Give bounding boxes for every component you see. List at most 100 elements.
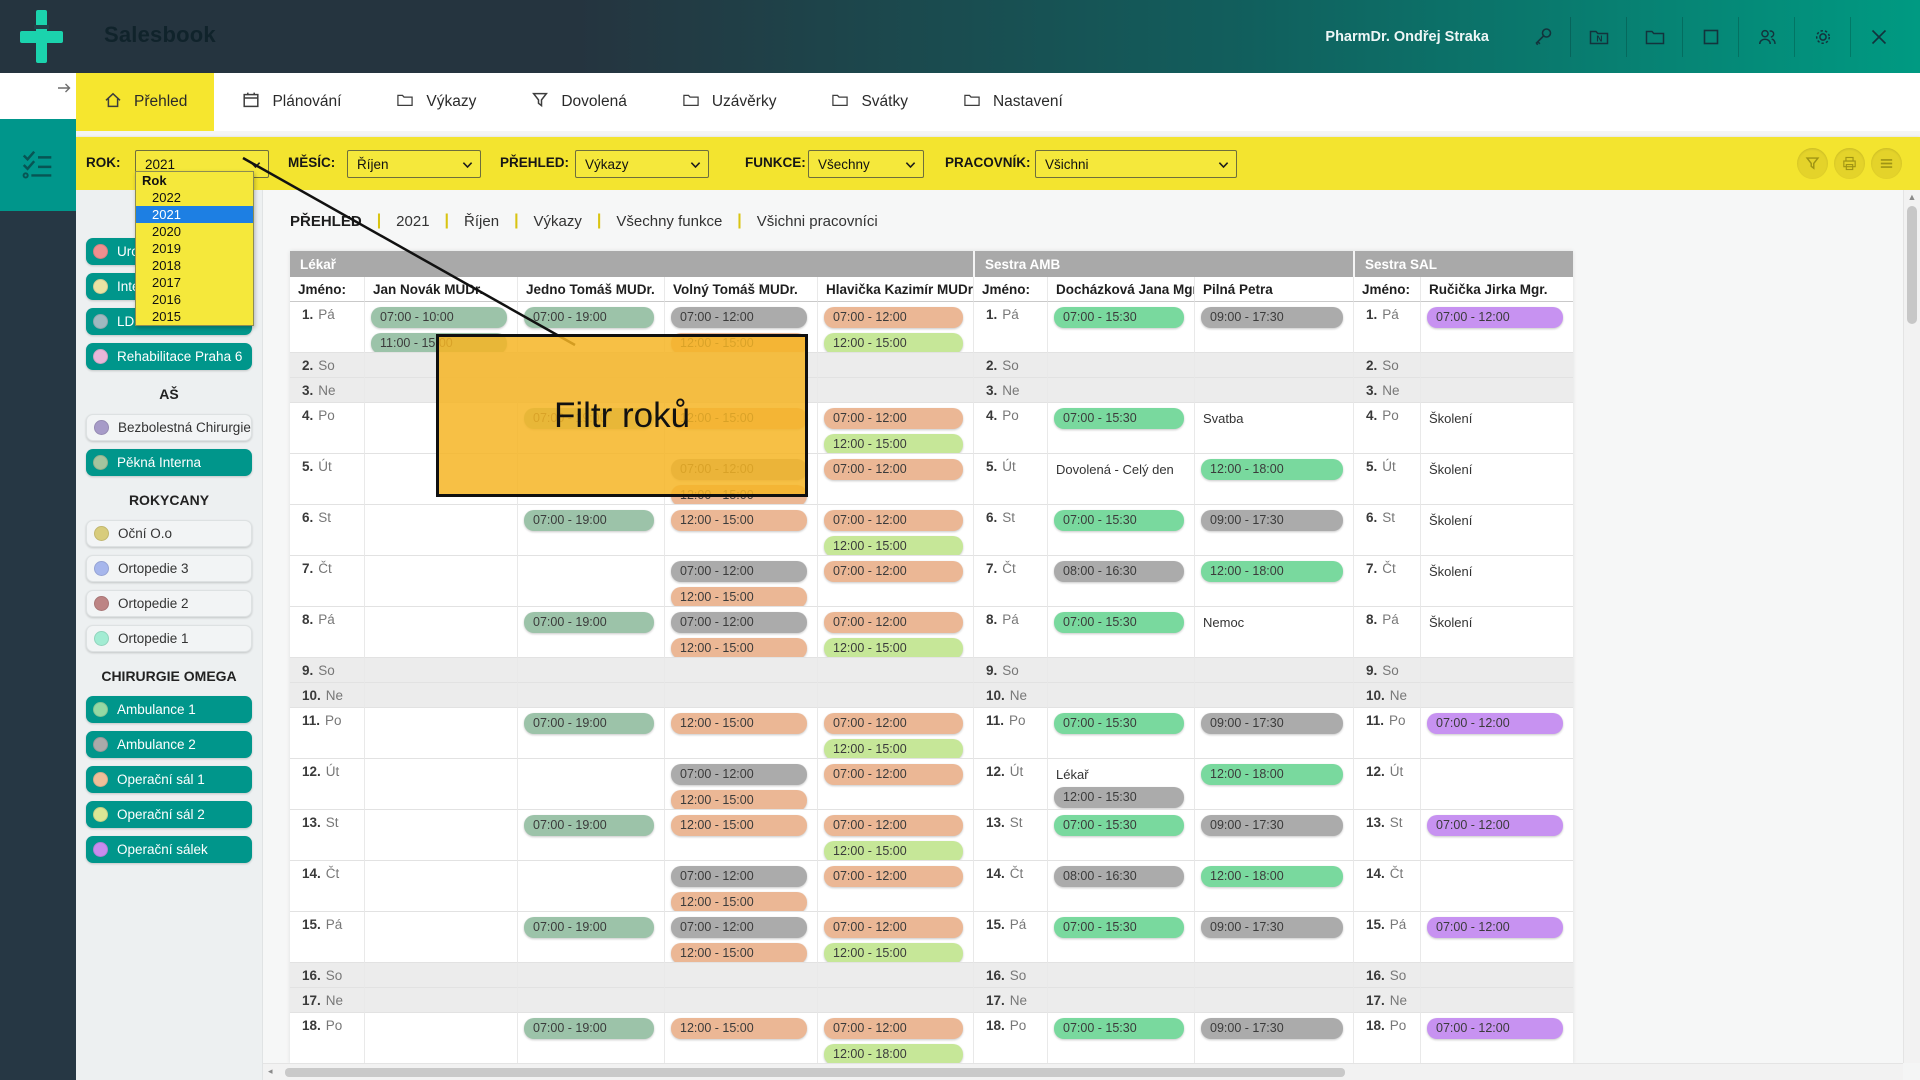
filter-select-pracovnik[interactable]: Všichni: [1035, 150, 1237, 178]
shift-badge[interactable]: 12:00 - 15:00: [824, 638, 963, 658]
shift-badge[interactable]: 07:00 - 12:00: [824, 917, 963, 938]
sidebar-item-ortopedie-2[interactable]: Ortopedie 2: [86, 590, 252, 617]
shift-badge[interactable]: 07:00 - 19:00: [524, 917, 654, 938]
menu-button[interactable]: [1871, 148, 1902, 179]
shift-badge[interactable]: 12:00 - 15:00: [671, 1018, 807, 1039]
shift-badge[interactable]: 12:00 - 15:00: [671, 587, 807, 607]
shift-badge[interactable]: 07:00 - 15:30: [1054, 612, 1184, 633]
scroll-left-icon[interactable]: ◂: [268, 1066, 273, 1077]
horizontal-scrollbar[interactable]: ◂: [263, 1063, 1903, 1080]
shift-badge[interactable]: 07:00 - 12:00: [1427, 307, 1563, 328]
shift-badge[interactable]: 07:00 - 15:30: [1054, 713, 1184, 734]
tab-nastavení[interactable]: Nastavení: [935, 73, 1090, 131]
shift-badge[interactable]: 07:00 - 15:30: [1054, 815, 1184, 836]
sidebar-item-opera-n-s-lek[interactable]: Operační sálek: [86, 836, 252, 863]
shift-badge[interactable]: 07:00 - 12:00: [1427, 713, 1563, 734]
sidebar-item-opera-n-s-l-2[interactable]: Operační sál 2: [86, 801, 252, 828]
sidebar-item-opera-n-s-l-1[interactable]: Operační sál 1: [86, 766, 252, 793]
shift-badge[interactable]: 12:00 - 15:00: [824, 333, 963, 353]
shift-badge[interactable]: 07:00 - 15:30: [1054, 917, 1184, 938]
shift-badge[interactable]: 07:00 - 12:00: [824, 713, 963, 734]
shift-badge[interactable]: 12:00 - 18:00: [1201, 764, 1343, 785]
shift-badge[interactable]: 12:00 - 15:00: [824, 943, 963, 963]
stop-square-icon[interactable]: [1682, 17, 1738, 57]
shift-badge[interactable]: 07:00 - 12:00: [671, 612, 807, 633]
shift-note[interactable]: Školení: [1429, 411, 1573, 426]
shift-badge[interactable]: 08:00 - 16:30: [1054, 866, 1184, 887]
tab-přehled[interactable]: Přehled: [76, 73, 214, 131]
shift-badge[interactable]: 12:00 - 18:00: [1201, 866, 1343, 887]
shift-badge[interactable]: 07:00 - 12:00: [824, 459, 963, 480]
year-option-2019[interactable]: 2019: [136, 240, 253, 257]
year-option-2021[interactable]: 2021: [136, 206, 253, 223]
shift-badge[interactable]: 09:00 - 17:30: [1201, 307, 1343, 328]
tab-plánování[interactable]: Plánování: [214, 73, 368, 131]
shift-badge[interactable]: 07:00 - 19:00: [524, 307, 654, 328]
sidebar-item-p-kn-interna[interactable]: Pěkná Interna: [86, 449, 252, 476]
shift-badge[interactable]: 07:00 - 15:30: [1054, 307, 1184, 328]
shift-badge[interactable]: 07:00 - 12:00: [824, 815, 963, 836]
shift-badge[interactable]: 07:00 - 12:00: [824, 1018, 963, 1039]
shift-badge[interactable]: 07:00 - 12:00: [1427, 815, 1563, 836]
shift-badge[interactable]: 12:00 - 15:00: [824, 841, 963, 861]
filter-select-funkce[interactable]: Všechny: [808, 150, 924, 178]
shift-badge[interactable]: 12:00 - 15:00: [671, 815, 807, 836]
checklist-icon[interactable]: [0, 119, 76, 211]
shift-badge[interactable]: 12:00 - 15:00: [671, 943, 807, 963]
tab-výkazy[interactable]: Výkazy: [368, 73, 503, 131]
key-icon[interactable]: [1515, 17, 1570, 57]
shift-badge[interactable]: 12:00 - 15:00: [671, 790, 807, 810]
shift-badge[interactable]: 12:00 - 15:00: [824, 536, 963, 556]
shift-badge[interactable]: 09:00 - 17:30: [1201, 510, 1343, 531]
shift-note[interactable]: Nemoc: [1203, 615, 1353, 630]
shift-badge[interactable]: 07:00 - 12:00: [1427, 1018, 1563, 1039]
settings-icon[interactable]: [1794, 17, 1850, 57]
shift-badge[interactable]: 07:00 - 19:00: [524, 713, 654, 734]
shift-badge[interactable]: 07:00 - 15:30: [1054, 408, 1184, 429]
shift-badge[interactable]: 12:00 - 15:00: [671, 510, 807, 531]
shift-badge[interactable]: 12:00 - 15:00: [671, 892, 807, 912]
shift-note[interactable]: Svatba: [1203, 411, 1353, 426]
users-icon[interactable]: [1738, 17, 1794, 57]
shift-badge[interactable]: 12:00 - 15:00: [824, 434, 963, 454]
shift-badge[interactable]: 09:00 - 17:30: [1201, 713, 1343, 734]
folder-new-icon[interactable]: N: [1570, 17, 1626, 57]
shift-badge[interactable]: 09:00 - 17:30: [1201, 1018, 1343, 1039]
sidebar-item-ambulance-2[interactable]: Ambulance 2: [86, 731, 252, 758]
shift-badge[interactable]: 07:00 - 12:00: [671, 866, 807, 887]
folder-icon[interactable]: [1626, 17, 1682, 57]
shift-badge[interactable]: 07:00 - 19:00: [524, 510, 654, 531]
shift-badge[interactable]: 07:00 - 12:00: [824, 408, 963, 429]
shift-badge[interactable]: 12:00 - 15:00: [824, 739, 963, 759]
shift-badge[interactable]: 07:00 - 19:00: [524, 612, 654, 633]
shift-badge[interactable]: 07:00 - 12:00: [671, 917, 807, 938]
shift-badge[interactable]: 07:00 - 12:00: [671, 764, 807, 785]
shift-badge[interactable]: 07:00 - 12:00: [824, 561, 963, 582]
scroll-up-icon[interactable]: ▲: [1904, 192, 1920, 202]
tab-uzávěrky[interactable]: Uzávěrky: [654, 73, 804, 131]
shift-note[interactable]: Dovolená - Celý den: [1056, 462, 1194, 477]
sidebar-item-bezbolestn-chirurgie[interactable]: Bezbolestná Chirurgie: [86, 414, 252, 441]
shift-badge[interactable]: 07:00 - 12:00: [824, 612, 963, 633]
year-option-2015[interactable]: 2015: [136, 308, 253, 325]
shift-badge[interactable]: 08:00 - 16:30: [1054, 561, 1184, 582]
year-option-2018[interactable]: 2018: [136, 257, 253, 274]
print-button[interactable]: [1834, 148, 1865, 179]
filter-button[interactable]: [1797, 148, 1828, 179]
shift-badge[interactable]: 07:00 - 10:00: [371, 307, 507, 328]
sidebar-item-ortopedie-1[interactable]: Ortopedie 1: [86, 625, 252, 652]
vertical-scrollbar[interactable]: ▲: [1903, 190, 1920, 1063]
shift-badge[interactable]: 12:00 - 18:00: [1201, 459, 1343, 480]
shift-note[interactable]: Lékař: [1056, 767, 1194, 782]
shift-badge[interactable]: 07:00 - 15:30: [1054, 510, 1184, 531]
shift-badge[interactable]: 09:00 - 17:30: [1201, 917, 1343, 938]
shift-badge[interactable]: 07:00 - 12:00: [671, 561, 807, 582]
sidebar-item-rehabilitace-praha-6[interactable]: Rehabilitace Praha 6: [86, 343, 252, 370]
shift-badge[interactable]: 12:00 - 18:00: [824, 1044, 963, 1064]
shift-badge[interactable]: 07:00 - 15:30: [1054, 1018, 1184, 1039]
shift-badge[interactable]: 07:00 - 19:00: [524, 815, 654, 836]
shift-badge[interactable]: 09:00 - 17:30: [1201, 815, 1343, 836]
year-option-2022[interactable]: 2022: [136, 189, 253, 206]
shift-badge[interactable]: 07:00 - 19:00: [524, 1018, 654, 1039]
shift-badge[interactable]: 07:00 - 12:00: [824, 510, 963, 531]
